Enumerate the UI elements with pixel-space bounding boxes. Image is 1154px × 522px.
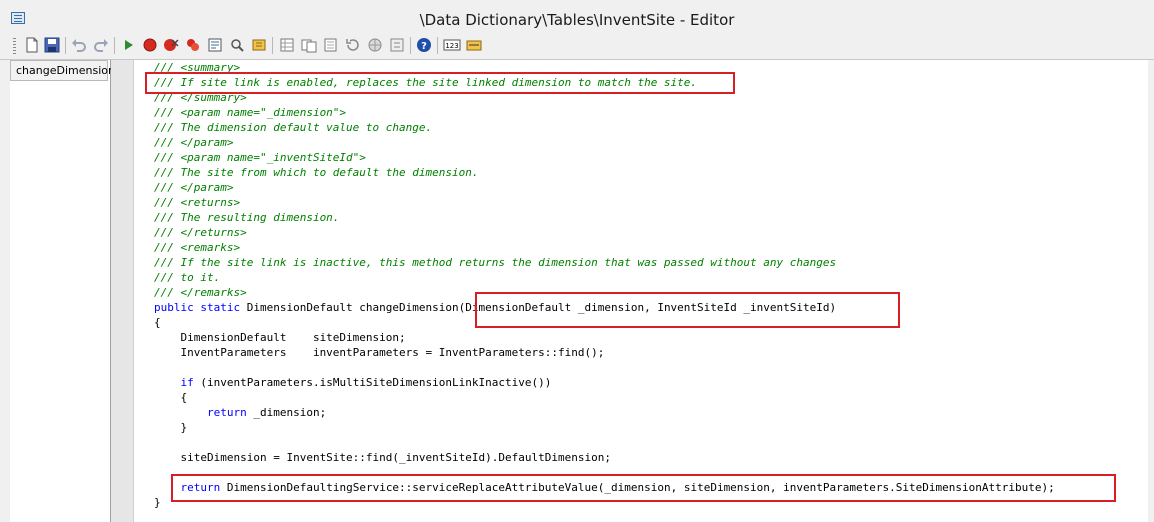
lookup-icon[interactable] (251, 37, 267, 53)
script-icon[interactable] (466, 37, 482, 53)
toolbar-separator (410, 37, 411, 54)
code-editor[interactable]: /// <summary> /// If site link is enable… (134, 60, 1154, 522)
compile-icon[interactable] (207, 37, 223, 53)
save-icon[interactable] (44, 37, 60, 53)
run-icon[interactable] (120, 37, 136, 53)
toolbar-separator (437, 37, 438, 54)
code-text: /// <summary> /// If site link is enable… (154, 60, 1055, 510)
code-line: /// The dimension default value to chang… (154, 121, 433, 134)
redo-icon[interactable] (93, 37, 109, 53)
code-line: /// <returns> (154, 196, 241, 209)
code-line: { (154, 391, 188, 404)
clear-breakpoints-icon[interactable] (163, 37, 179, 53)
properties-icon[interactable] (389, 37, 405, 53)
highlight-box-parameters (475, 292, 900, 328)
code-line: InventParameters inventParameters = Inve… (154, 346, 605, 359)
title-bar: \Data Dictionary\Tables\InventSite - Edi… (0, 0, 1154, 35)
history-icon[interactable] (345, 37, 361, 53)
left-frame (0, 60, 10, 522)
code-line: /// </param> (154, 136, 234, 149)
undo-icon[interactable] (71, 37, 87, 53)
highlight-box-return (171, 474, 1116, 502)
new-icon[interactable] (24, 37, 40, 53)
right-frame (1148, 60, 1154, 522)
window-title: \Data Dictionary\Tables\InventSite - Edi… (419, 11, 735, 29)
code-line: DimensionDefault siteDimension; (154, 331, 406, 344)
toolbar-separator (65, 37, 66, 54)
web-icon[interactable] (367, 37, 383, 53)
code-line: /// </returns> (154, 226, 247, 239)
code-line: /// </param> (154, 181, 234, 194)
code-line: /// If the site link is inactive, this m… (154, 256, 837, 269)
list-tables-icon[interactable] (279, 37, 295, 53)
help-icon[interactable]: ? (416, 37, 432, 53)
code-line: siteDimension = InventSite::find(_invent… (154, 451, 611, 464)
code-line: /// The resulting dimension. (154, 211, 340, 224)
toolbar-separator (272, 37, 273, 54)
toolbar-separator (114, 37, 115, 54)
code-keyword: if (180, 376, 194, 389)
svg-text:?: ? (421, 41, 427, 52)
method-list: changeDimension (10, 60, 115, 522)
method-list-item[interactable]: changeDimension (10, 60, 115, 81)
code-text-span: (inventParameters.isMultiSiteDimensionLi… (193, 376, 552, 389)
code-line: if (inventParameters.isMultiSiteDimensio… (154, 375, 1055, 390)
code-line: /// <param name="_dimension"> (154, 106, 347, 119)
code-line: /// to it. (154, 271, 221, 284)
code-text-span: _dimension; (246, 406, 327, 419)
breakpoint-icon[interactable] (142, 37, 158, 53)
line-number-icon[interactable]: 123 (443, 37, 461, 53)
code-keyword: return (206, 406, 247, 419)
toolbar-grip[interactable] (13, 38, 16, 54)
scripts-icon[interactable] (323, 37, 339, 53)
code-line: /// The site from which to default the d… (154, 166, 479, 179)
code-line: return _dimension; (154, 405, 1055, 420)
svg-text:123: 123 (445, 42, 458, 50)
editor-gutter (111, 60, 134, 522)
code-keyword: public static (154, 301, 241, 314)
find-icon[interactable] (229, 37, 245, 53)
enable-breakpoint-icon[interactable] (185, 37, 201, 53)
code-line: /// <remarks> (154, 241, 241, 254)
code-line: } (154, 421, 188, 434)
list-fields-icon[interactable] (301, 37, 317, 53)
code-line: /// <param name="_inventSiteId"> (154, 151, 366, 164)
highlight-box-summary (145, 72, 735, 94)
